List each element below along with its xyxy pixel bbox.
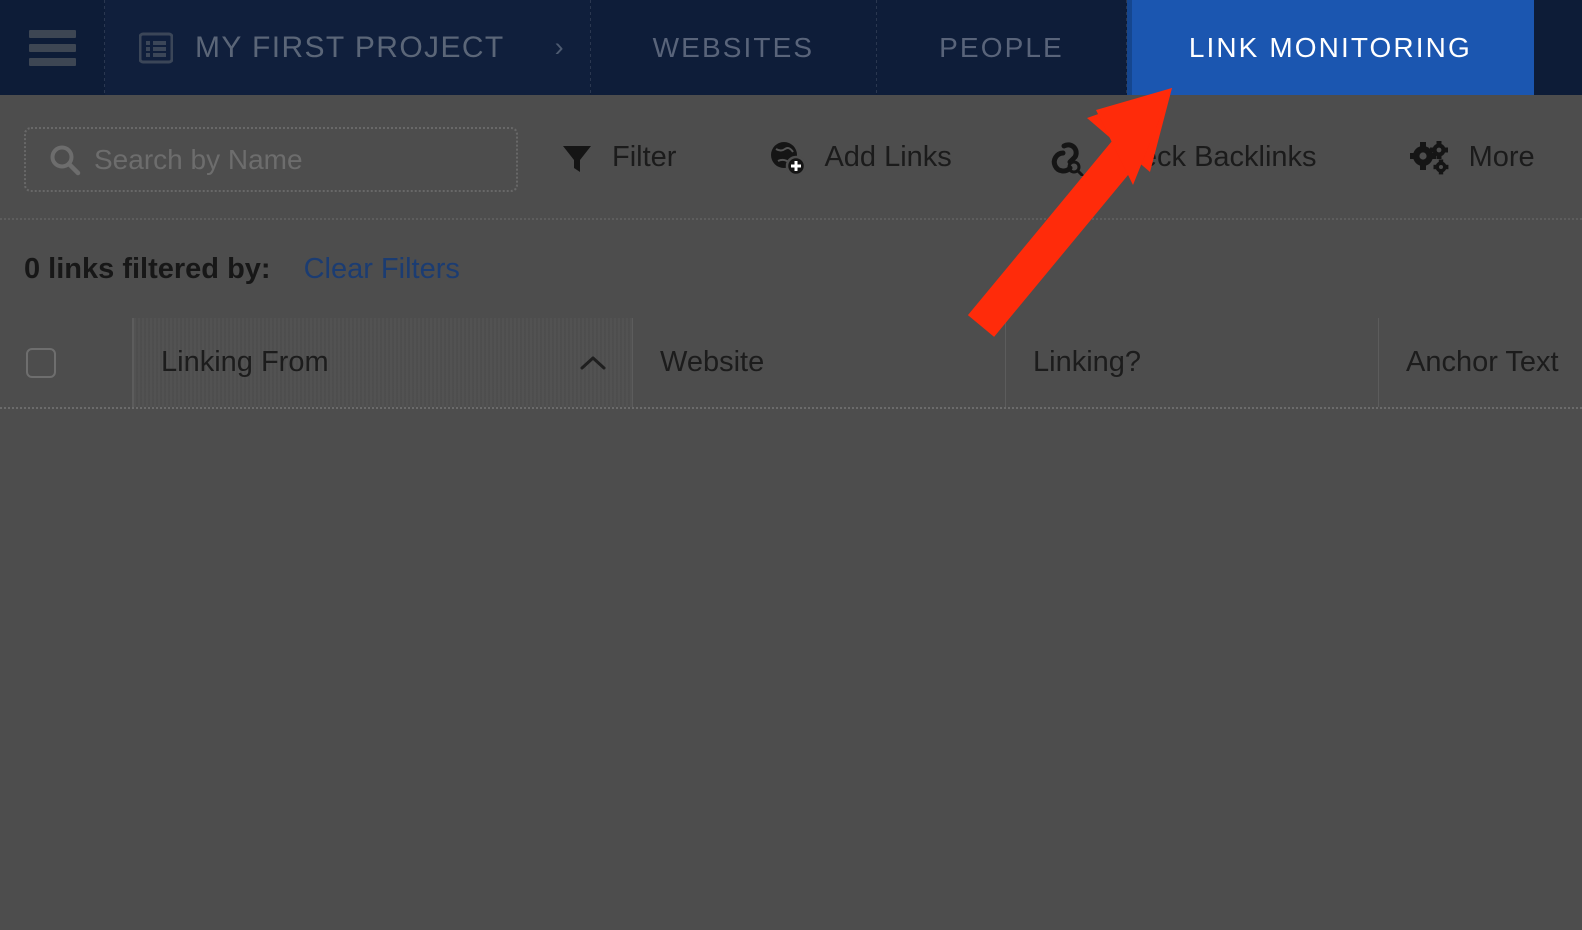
column-header-linking[interactable]: Linking? (1006, 318, 1379, 407)
check-backlinks-button[interactable]: Check Backlinks (1044, 140, 1317, 176)
check-backlinks-button-label: Check Backlinks (1103, 141, 1317, 173)
column-header-website[interactable]: Website (633, 318, 1006, 407)
hamburger-menu-button[interactable] (0, 0, 104, 95)
toolbar: Filter Add Links (0, 95, 1582, 220)
globe-add-icon (768, 140, 807, 176)
column-header-label: Linking From (161, 346, 329, 378)
tab-people[interactable]: PEOPLE (877, 0, 1126, 95)
filter-summary-bar: 0 links filtered by: Clear Filters (0, 222, 1582, 317)
hamburger-menu-icon (28, 29, 76, 66)
search-field-wrapper[interactable] (24, 127, 518, 192)
table-header-row: Linking From Website Linking? Anchor Tex… (0, 318, 1582, 409)
table-body-empty (0, 409, 1582, 930)
more-button[interactable]: More (1409, 140, 1535, 176)
column-header-linking-from[interactable]: Linking From (133, 318, 633, 407)
chevron-right-icon: › (554, 32, 564, 62)
add-links-button[interactable]: Add Links (768, 140, 952, 176)
search-icon (48, 143, 82, 177)
column-header-anchor-text[interactable]: Anchor Text (1379, 318, 1582, 407)
table-select-all-cell[interactable] (0, 318, 133, 407)
breadcrumb-project[interactable]: MY FIRST PROJECT › (105, 0, 590, 95)
gears-icon (1409, 140, 1451, 176)
filter-button[interactable]: Filter (560, 141, 676, 175)
link-search-icon (1044, 140, 1086, 176)
clear-filters-link[interactable]: Clear Filters (304, 253, 460, 286)
project-list-icon (139, 32, 173, 64)
select-all-checkbox[interactable] (26, 347, 56, 378)
add-links-button-label: Add Links (824, 141, 952, 173)
project-name-label: MY FIRST PROJECT (195, 30, 505, 64)
more-button-label: More (1468, 141, 1535, 173)
search-input[interactable] (92, 142, 476, 177)
top-navigation-bar: MY FIRST PROJECT › WEBSITES PEOPLE LINK … (0, 0, 1582, 95)
app-root: MY FIRST PROJECT › WEBSITES PEOPLE LINK … (0, 0, 1582, 930)
filtered-links-count-label: 0 links filtered by: (24, 253, 271, 285)
tab-link-monitoring[interactable]: LINK MONITORING (1126, 0, 1534, 95)
toolbar-actions: Filter Add Links Check Backlinks More (560, 95, 1535, 220)
filter-funnel-icon (560, 141, 594, 175)
column-header-label: Linking? (1033, 346, 1142, 378)
tab-websites[interactable]: WEBSITES (590, 0, 877, 95)
column-header-label: Website (660, 346, 765, 378)
column-header-label: Anchor Text (1406, 346, 1559, 378)
filter-button-label: Filter (612, 141, 677, 173)
chevron-up-icon[interactable] (578, 353, 608, 373)
